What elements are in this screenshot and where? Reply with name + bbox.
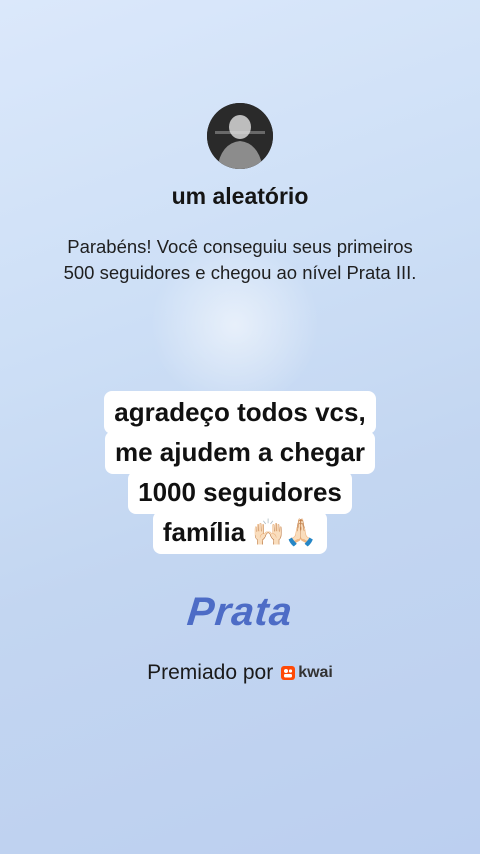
caption-line: família 🙌🏻🙏🏻: [152, 511, 328, 554]
caption-line: 1000 seguidores: [128, 471, 352, 514]
award-text: Premiado por: [147, 661, 274, 684]
kwai-logo: kwai: [281, 664, 333, 682]
level-title: Prata: [185, 590, 295, 634]
caption-line: me ajudem a chegar: [105, 431, 375, 474]
kwai-brand-text: kwai: [298, 664, 333, 681]
achievement-message: Parabéns! Você conseguiu seus primeiros …: [63, 236, 417, 283]
caption-line: agradeço todos vcs,: [104, 391, 376, 434]
award-line: Premiado por kwai: [0, 661, 480, 685]
avatar[interactable]: [207, 103, 273, 169]
caption-sticker: agradeço todos vcs, me ajudem a chegar 1…: [0, 391, 480, 554]
kwai-icon: [281, 666, 296, 680]
avatar-photo: [207, 103, 273, 169]
username: um aleatório: [171, 183, 309, 209]
